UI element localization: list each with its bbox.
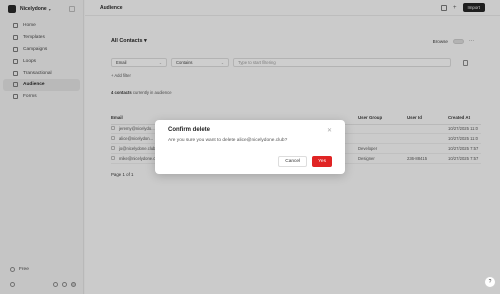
help-button[interactable]: ? [484,276,496,288]
close-icon[interactable]: ✕ [327,127,332,134]
confirm-yes-button[interactable]: Yes [312,156,332,167]
dialog-title: Confirm delete [168,127,211,133]
dialog-message: Are you sure you want to delete alice@ni… [168,138,288,143]
cancel-button[interactable]: Cancel [278,156,308,167]
confirm-delete-dialog: Confirm delete ✕ Are you sure you want t… [155,120,345,174]
